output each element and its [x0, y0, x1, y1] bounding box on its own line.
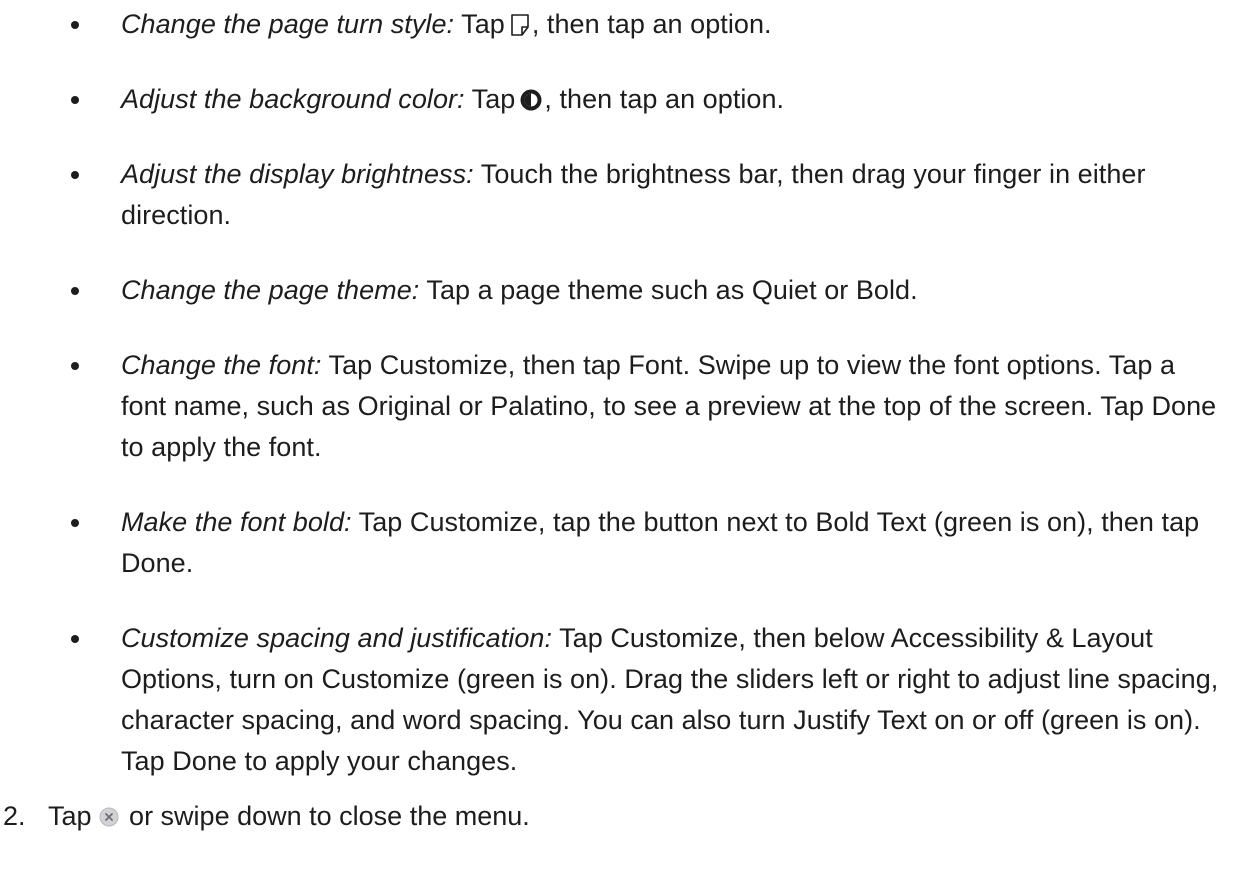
list-item-font: Change the font: Tap Customize, then tap… [71, 345, 1226, 468]
item-lead: Customize spacing and justification: [121, 623, 553, 653]
document-page: Change the page turn style: Tap , then ta… [0, 0, 1234, 874]
item-text-after: , then tap an option. [544, 84, 785, 114]
item-lead: Change the page theme: [121, 275, 420, 305]
step-text-before: Tap [48, 801, 92, 831]
item-text-after: , then tap an option. [531, 9, 772, 39]
item-text: Tap [464, 84, 516, 114]
item-text: Tap a page theme such as Quiet or Bold. [419, 275, 918, 305]
list-item-background-color: Adjust the background color: Tap , then t… [71, 79, 1226, 124]
background-color-icon [519, 83, 543, 124]
list-item-bold: Make the font bold: Tap Customize, tap t… [71, 502, 1226, 584]
item-lead: Adjust the background color: [121, 84, 465, 114]
page-turn-icon [509, 8, 531, 49]
close-circle-icon [99, 798, 119, 839]
item-text: Tap [454, 9, 505, 39]
list-item-page-turn: Change the page turn style: Tap , then ta… [71, 4, 1226, 49]
item-lead: Change the font: [121, 350, 322, 380]
item-lead: Adjust the display brightness: [121, 159, 474, 189]
item-lead: Make the font bold: [121, 507, 352, 537]
step-text: Tap or swipe down to close the menu. [48, 796, 530, 839]
step-text-after: or swipe down to close the menu. [121, 801, 530, 831]
list-item-spacing: Customize spacing and justification: Tap… [71, 618, 1226, 782]
list-item-page-theme: Change the page theme: Tap a page theme … [71, 270, 1226, 311]
item-lead: Change the page turn style: [121, 9, 455, 39]
step-number: 2. [3, 801, 26, 831]
list-item-brightness: Adjust the display brightness: Touch the… [71, 154, 1226, 236]
